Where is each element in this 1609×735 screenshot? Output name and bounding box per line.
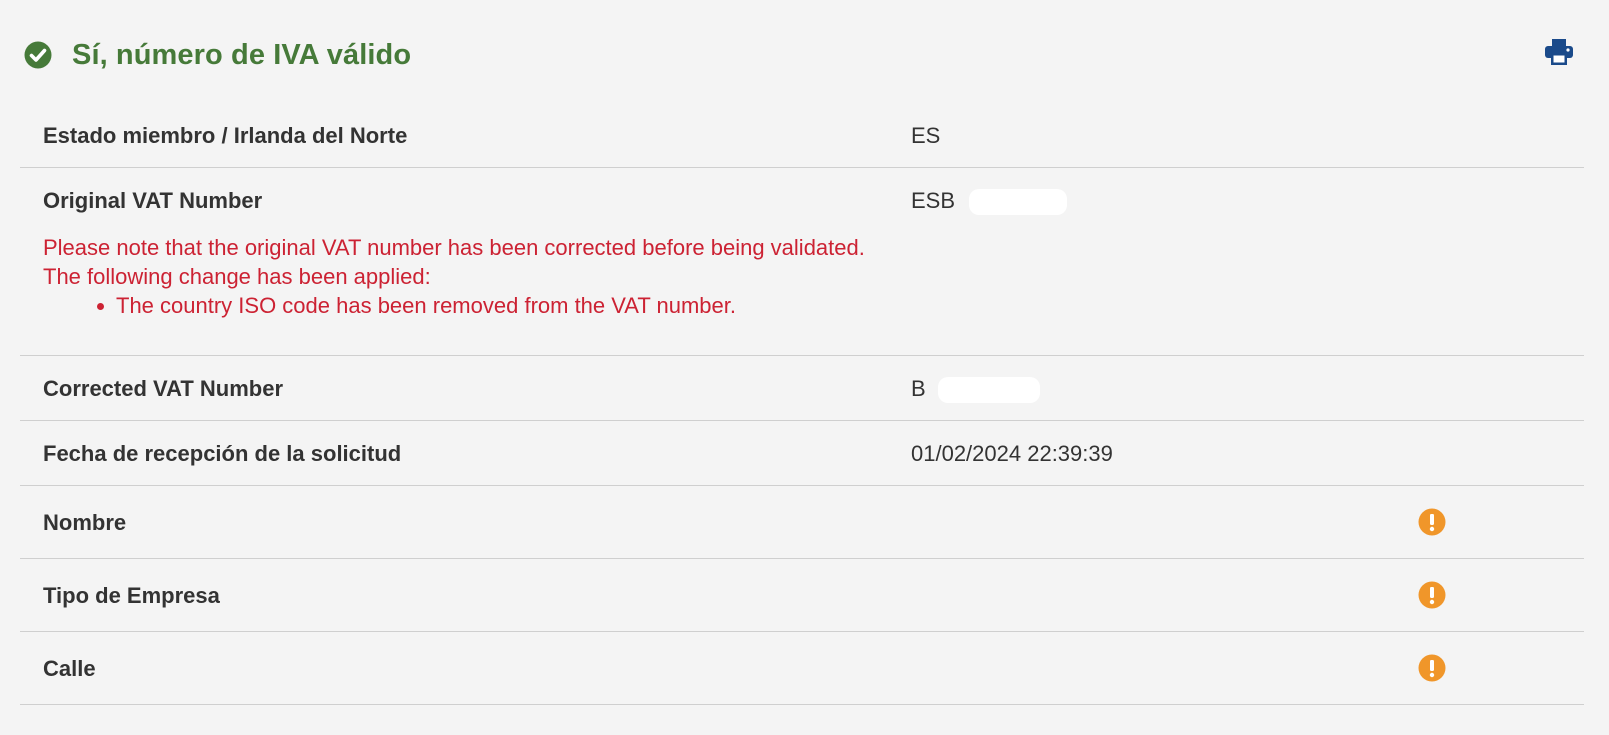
redacted-value: [969, 189, 1068, 216]
table-row: Fecha de recepción de la solicitud 01/02…: [20, 421, 1584, 486]
row-label-request-date: Fecha de recepción de la solicitud: [43, 441, 402, 466]
row-label-street: Calle: [43, 656, 96, 681]
row-label-company-type: Tipo de Empresa: [43, 583, 220, 608]
print-button[interactable]: [1543, 38, 1575, 70]
warning-icon: [1418, 508, 1446, 536]
notice-list: The country ISO code has been removed fr…: [43, 291, 865, 320]
table-row: Nombre: [20, 486, 1584, 559]
vat-validation-result: Sí, número de IVA válido Estado miembro …: [0, 0, 1609, 735]
table-row: Corrected VAT Number B: [20, 356, 1584, 421]
row-value-original-vat: ESB: [911, 188, 1068, 216]
warning-icon: [1418, 581, 1446, 609]
table-row: Calle: [20, 632, 1584, 705]
printer-icon: [1545, 38, 1573, 70]
correction-notice-row: Please note that the original VAT number…: [20, 233, 1584, 356]
correction-notice: Please note that the original VAT number…: [43, 233, 865, 320]
table-row: Original VAT Number ESB: [20, 168, 1584, 233]
result-header: Sí, número de IVA válido: [20, 30, 1589, 80]
corrected-vat-prefix: B: [911, 376, 926, 401]
row-label-original-vat: Original VAT Number: [43, 188, 263, 213]
list-item: The country ISO code has been removed fr…: [93, 291, 865, 320]
row-value-corrected-vat: B: [911, 376, 1040, 404]
table-row: Estado miembro / Irlanda del Norte ES: [20, 104, 1584, 168]
results-table: Estado miembro / Irlanda del Norte ES Or…: [20, 104, 1584, 705]
warning-icon: [1418, 654, 1446, 682]
check-circle-icon: [23, 40, 53, 70]
row-value-request-date: 01/02/2024 22:39:39: [911, 441, 1113, 466]
row-value-member-state: ES: [911, 123, 941, 148]
notice-line-1: Please note that the original VAT number…: [43, 235, 865, 260]
page-title: Sí, número de IVA válido: [72, 38, 412, 71]
notice-line-2: The following change has been applied:: [43, 264, 431, 289]
row-label-name: Nombre: [43, 510, 127, 535]
original-vat-prefix: ESB: [911, 188, 956, 213]
row-label-corrected-vat: Corrected VAT Number: [43, 376, 284, 401]
row-label-member-state: Estado miembro / Irlanda del Norte: [43, 123, 408, 148]
table-row: Tipo de Empresa: [20, 559, 1584, 632]
redacted-value: [937, 377, 1040, 404]
